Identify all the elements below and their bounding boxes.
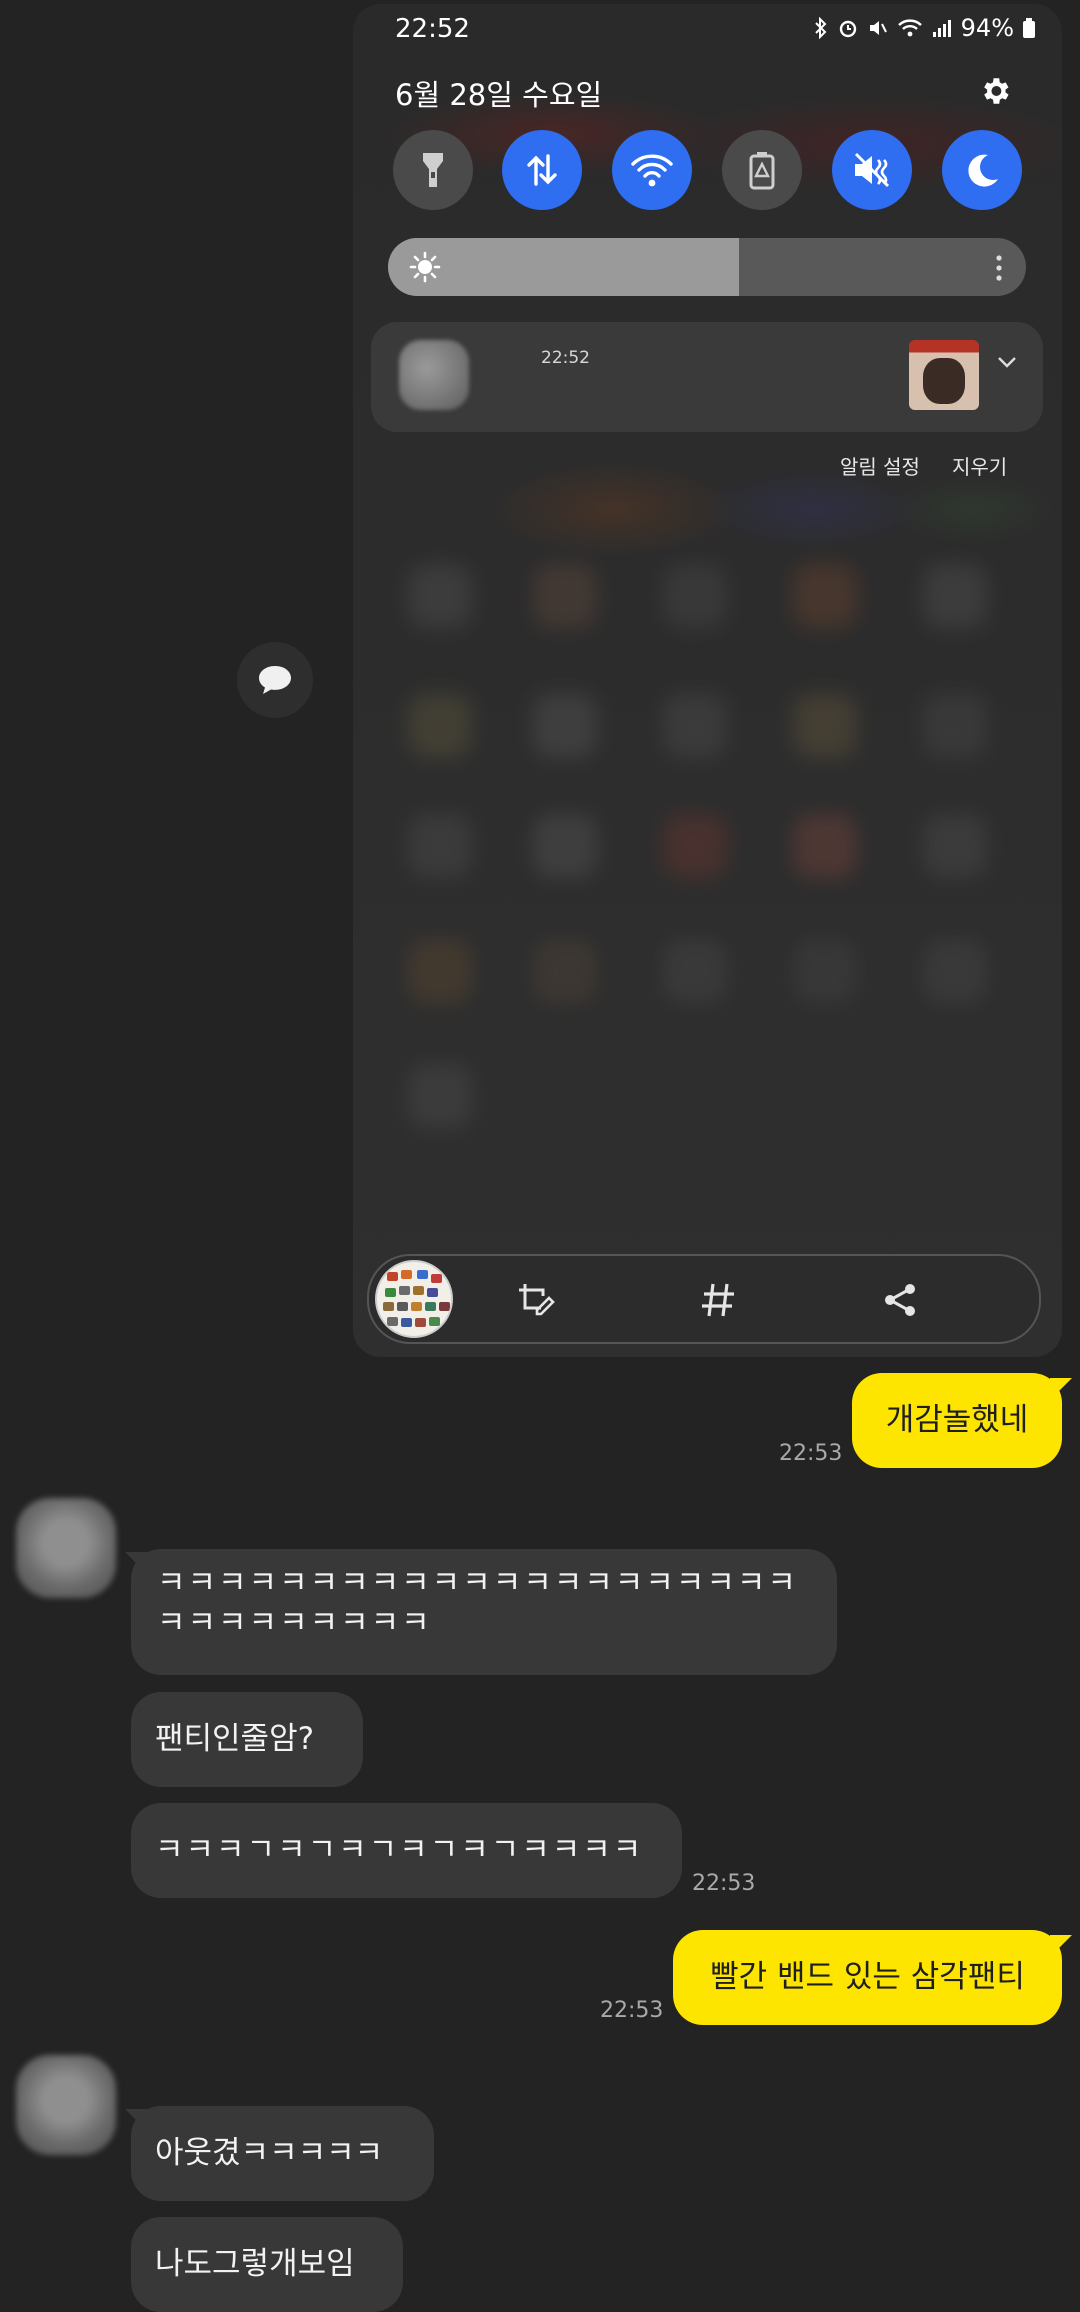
mute-status-icon xyxy=(869,21,887,35)
blurred-app-icon xyxy=(533,564,597,628)
flashlight-toggle[interactable] xyxy=(393,130,473,210)
my-message-bubble[interactable]: 개감놀했네 xyxy=(852,1373,1062,1468)
flashlight-icon xyxy=(423,153,443,187)
wifi-icon xyxy=(631,154,673,187)
blurred-app-icon xyxy=(923,814,987,878)
dark-mode-toggle[interactable] xyxy=(942,130,1022,210)
signal-icon xyxy=(932,20,951,37)
message-time: 22:53 xyxy=(692,1871,756,1896)
mobile-data-toggle[interactable] xyxy=(502,130,582,210)
blurred-app-icon xyxy=(793,939,857,1003)
blurred-app-icon xyxy=(663,939,727,1003)
message-time: 22:53 xyxy=(779,1441,843,1466)
blurred-app-icon xyxy=(793,814,857,878)
sun-icon xyxy=(409,251,441,283)
crop-edit-icon[interactable] xyxy=(515,1280,555,1320)
blurred-app-icon xyxy=(408,1064,472,1128)
my-message-bubble[interactable]: 빨간 밴드 있는 삼각팬티 xyxy=(673,1930,1062,2025)
share-icon[interactable] xyxy=(880,1280,920,1320)
blurred-app-icon xyxy=(533,694,597,758)
blurred-app-icon xyxy=(408,564,472,628)
moon-icon xyxy=(968,154,998,187)
mute-toggle[interactable] xyxy=(832,130,912,210)
blurred-app-icon xyxy=(663,564,727,628)
gear-icon[interactable] xyxy=(978,74,1012,108)
battery-icon xyxy=(1023,18,1035,38)
battery-percent: 94% xyxy=(960,14,1014,42)
bluetooth-icon xyxy=(814,17,827,39)
data-transfer-icon xyxy=(527,154,557,186)
mute-icon xyxy=(854,152,890,188)
date-label: 6월 28일 수요일 xyxy=(395,78,603,112)
blurred-app-icon xyxy=(793,694,857,758)
contact-avatar[interactable] xyxy=(16,2055,116,2155)
battery-saver-icon xyxy=(749,152,775,190)
their-message-bubble[interactable]: ㅋㅋㅋㅋㅋㅋㅋㅋㅋㅋㅋㅋㅋㅋㅋㅋㅋㅋㅋㅋㅋㅋㅋㅋㅋㅋㅋㅋㅋㅋ xyxy=(131,1549,837,1675)
more-options-icon[interactable] xyxy=(994,254,1004,282)
blurred-app-icon xyxy=(923,564,987,628)
status-time: 22:52 xyxy=(395,14,470,44)
speech-bubble-icon xyxy=(259,666,291,694)
blurred-app-icon xyxy=(408,814,472,878)
blurred-app-icon xyxy=(663,694,727,758)
notification-time: 22:52 xyxy=(541,348,590,368)
contact-avatar[interactable] xyxy=(16,1498,116,1598)
blurred-app-icon xyxy=(408,939,472,1003)
notification-avatar xyxy=(399,340,469,410)
notification-image-thumbnail xyxy=(909,340,979,410)
screenshot-thumbnail[interactable] xyxy=(375,1260,453,1338)
blurred-app-icon xyxy=(533,814,597,878)
blurred-app-icon xyxy=(533,939,597,1003)
chevron-down-icon[interactable] xyxy=(995,354,1019,370)
blurred-home-background xyxy=(353,4,1062,1357)
their-message-bubble[interactable]: 팬티인줄암? xyxy=(131,1692,363,1787)
their-message-bubble[interactable]: ㅋㅋㅋㄱㅋㄱㅋㄱㅋㄱㅋㄱㅋㅋㅋㅋ xyxy=(131,1803,682,1898)
blurred-app-icon xyxy=(923,694,987,758)
wifi-status-icon xyxy=(897,19,922,37)
hashtag-icon[interactable] xyxy=(698,1280,738,1320)
message-time: 22:53 xyxy=(600,1998,664,2023)
floating-chat-button[interactable] xyxy=(237,642,313,718)
clear-button[interactable]: 지우기 xyxy=(952,451,1007,480)
notification-settings-link[interactable]: 알림 설정 xyxy=(840,451,920,480)
their-message-bubble[interactable]: 아웃겼ㅋㅋㅋㅋㅋ xyxy=(131,2106,434,2201)
notification-panel-screenshot[interactable]: 22:52 94% 6월 28일 수요일 22:52 알림 설정 지우기 xyxy=(353,4,1062,1357)
wifi-toggle[interactable] xyxy=(612,130,692,210)
blurred-app-icon xyxy=(408,694,472,758)
alarm-icon xyxy=(839,20,856,38)
status-icons: 94% xyxy=(813,14,1036,42)
blurred-app-icon xyxy=(923,939,987,1003)
power-saving-toggle[interactable] xyxy=(722,130,802,210)
blurred-app-icon xyxy=(663,814,727,878)
blurred-app-icon xyxy=(793,564,857,628)
